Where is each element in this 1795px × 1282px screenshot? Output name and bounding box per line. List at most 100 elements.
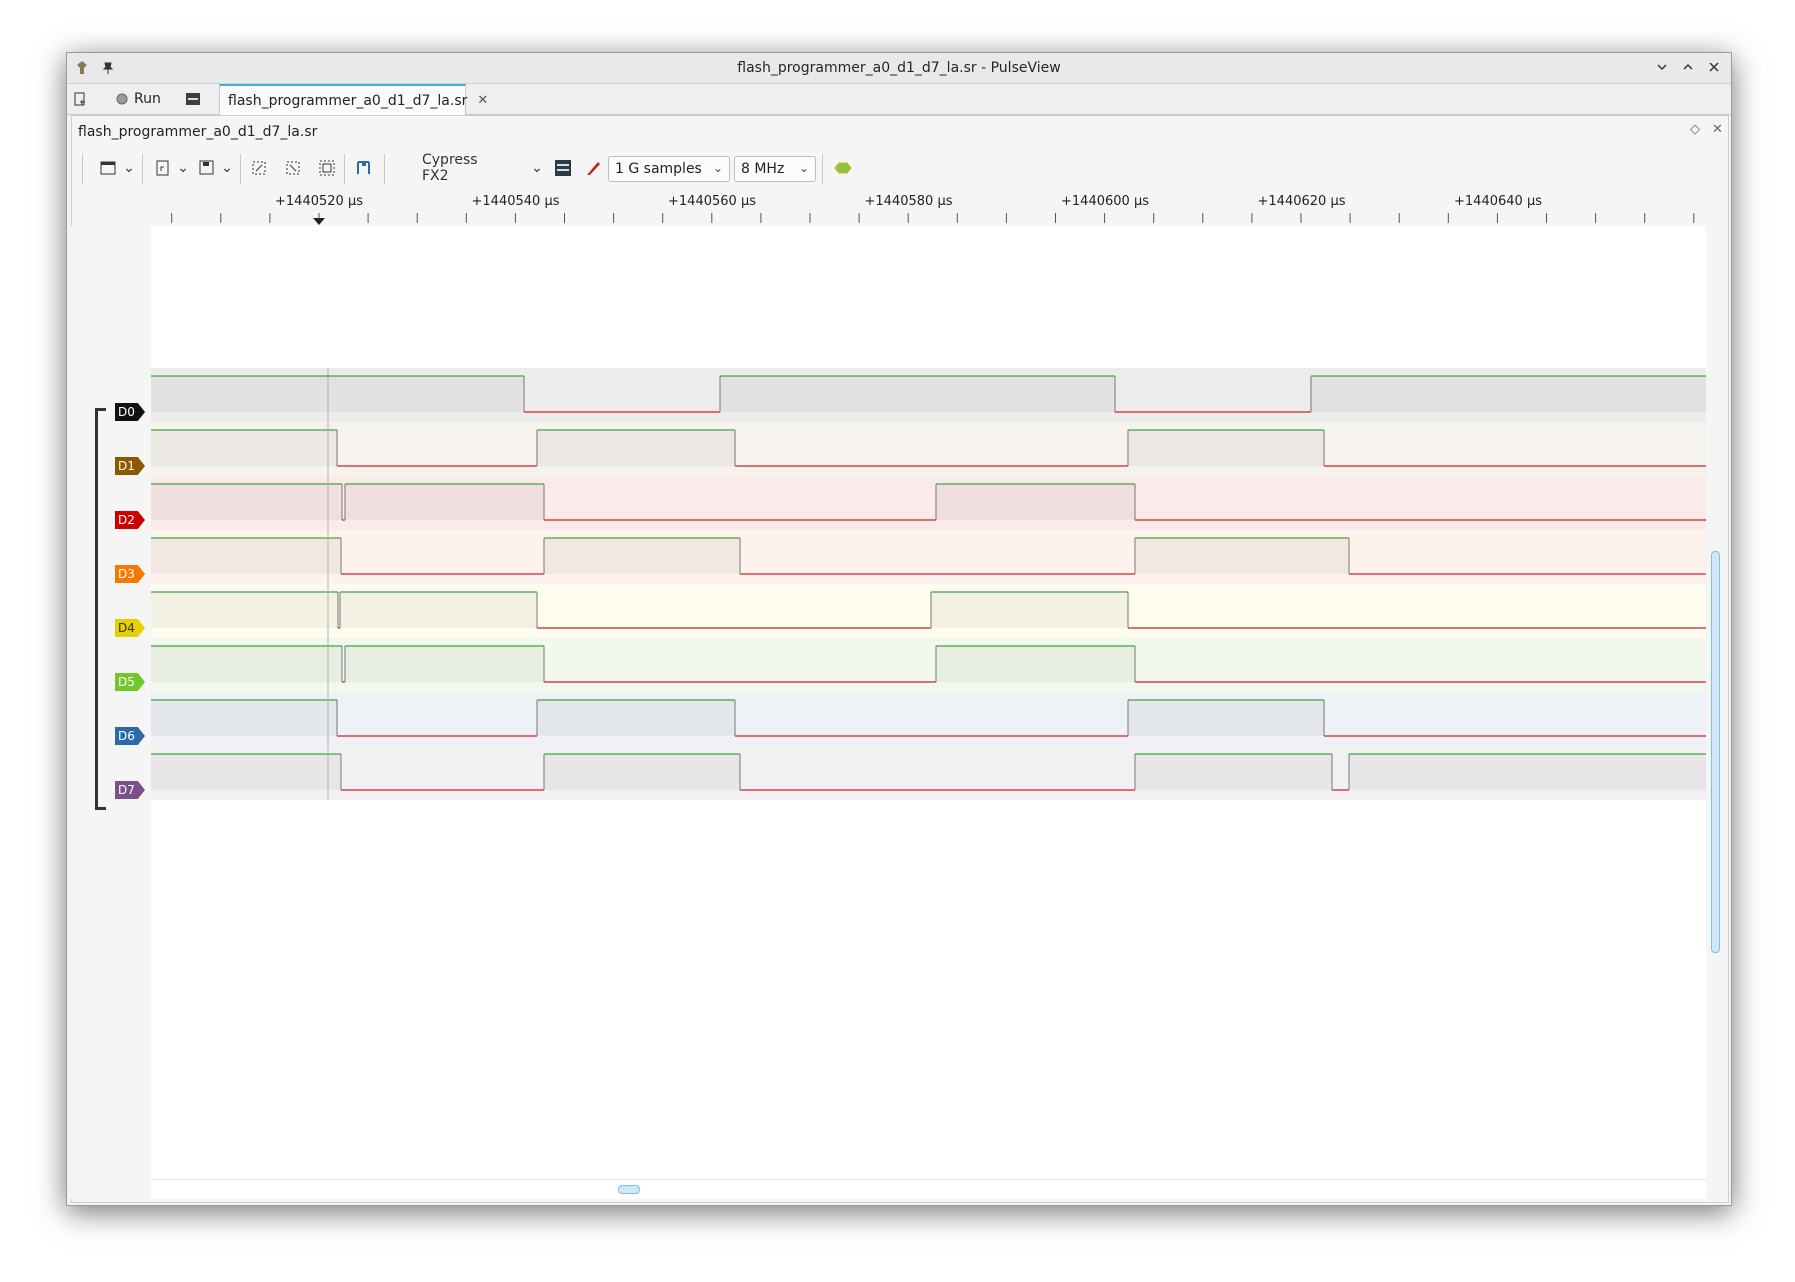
probe-icon (587, 162, 600, 175)
channel-label-d6[interactable]: D6 (115, 727, 145, 745)
save-dropdown-icon[interactable]: ⌄ (220, 156, 234, 180)
tab-bar: Run flash_programmer_a0_d1_d7_la.sr ✕ (67, 84, 1731, 115)
cursor-icon (357, 161, 370, 174)
tab-close-icon[interactable]: ✕ (477, 93, 488, 108)
channel-label-d1[interactable]: D1 (115, 457, 145, 475)
ruler-label: +1440540 µs (471, 194, 560, 209)
high-shade (1135, 538, 1349, 574)
device-selector[interactable]: Cypress FX2 (422, 152, 494, 184)
zoom-fit-button[interactable] (316, 156, 338, 180)
samples-select[interactable]: 1 G samples ⌄ (608, 156, 730, 182)
high-shade (537, 430, 735, 466)
high-shade (936, 484, 1135, 520)
add-view-dropdown-icon[interactable]: ⌄ (122, 156, 136, 180)
trace-view[interactable] (151, 226, 1706, 1199)
channel-background (151, 692, 1706, 746)
add-view-button[interactable] (98, 156, 120, 180)
high-shade (1349, 754, 1706, 790)
main-toolbar: ⌄ ⌄ ⌄ Cypress FX2 ⌄ 1 G samples ⌄ 8 MHz … (82, 148, 1712, 188)
decoder-button[interactable] (832, 156, 854, 180)
samples-dropdown-icon: ⌄ (712, 161, 723, 175)
high-shade (345, 484, 544, 520)
tab-session[interactable]: flash_programmer_a0_d1_d7_la.sr ✕ (219, 84, 488, 115)
high-shade (151, 538, 341, 574)
zoom-in-button[interactable] (248, 156, 270, 180)
ruler-label: +1440620 µs (1257, 194, 1346, 209)
channel-background (151, 422, 1706, 476)
trace-canvas (151, 368, 1706, 800)
rate-dropdown-icon: ⌄ (798, 161, 809, 175)
ruler-label: +1440640 µs (1454, 194, 1542, 209)
cursor-button[interactable] (352, 156, 376, 180)
run-button[interactable]: Run (115, 84, 175, 113)
high-shade (340, 592, 537, 628)
high-shade (931, 592, 1128, 628)
high-shade (720, 376, 1115, 412)
high-shade (537, 700, 735, 736)
ruler-label: +1440560 µs (668, 194, 756, 209)
probe-button[interactable] (582, 156, 604, 180)
dock-title: flash_programmer_a0_d1_d7_la.sr (78, 124, 318, 140)
window-title: flash_programmer_a0_d1_d7_la.sr - PulseV… (737, 60, 1061, 76)
channel-label-d3[interactable]: D3 (115, 565, 145, 583)
minimize-icon[interactable] (1653, 57, 1671, 77)
session-icon-button[interactable] (185, 84, 205, 113)
decoder-icon (834, 162, 852, 174)
run-icon (116, 93, 128, 104)
channel-label-d7[interactable]: D7 (115, 781, 145, 799)
high-shade (1128, 430, 1324, 466)
zoom-out-icon (286, 161, 300, 175)
open-dropdown-icon[interactable]: ⌄ (176, 156, 190, 180)
channel-background (151, 530, 1706, 584)
device-dropdown-icon[interactable]: ⌄ (530, 156, 544, 180)
session-tab-label: flash_programmer_a0_d1_d7_la.sr (228, 92, 468, 109)
device-label: Cypress FX2 (422, 152, 478, 184)
channel-label-d2[interactable]: D2 (115, 511, 145, 529)
rate-value: 8 MHz (741, 161, 785, 177)
channel-label-d4[interactable]: D4 (115, 619, 145, 637)
high-shade (936, 646, 1135, 682)
float-icon[interactable]: ◇ (1690, 122, 1700, 137)
high-shade (544, 538, 740, 574)
config-icon (555, 160, 571, 176)
maximize-icon[interactable] (1679, 57, 1697, 77)
high-shade (1128, 700, 1324, 736)
open-file-button[interactable] (152, 156, 174, 180)
high-shade (151, 646, 342, 682)
new-session-icon (74, 92, 85, 105)
high-shade (151, 700, 337, 736)
horizontal-scrollbar[interactable] (618, 1185, 640, 1194)
channel-label-d5[interactable]: D5 (115, 673, 145, 691)
session-icon (186, 92, 200, 105)
zoom-in-icon (252, 161, 266, 175)
channel-group-bracket (95, 408, 106, 810)
ruler-label: +1440600 µs (1061, 194, 1149, 209)
high-shade (1135, 754, 1332, 790)
open-file-icon (156, 160, 169, 176)
high-shade (345, 646, 544, 682)
rate-select[interactable]: 8 MHz ⌄ (734, 156, 816, 182)
ruler-label: +1440580 µs (864, 194, 953, 209)
dock-close-icon[interactable]: ✕ (1712, 122, 1723, 137)
time-ruler[interactable]: +1440520 µs +1440540 µs +1440560 µs +144058… (151, 191, 1726, 226)
ruler-label: +1440520 µs (275, 194, 363, 209)
high-shade (1311, 376, 1706, 412)
channel-label-d0[interactable]: D0 (115, 403, 145, 421)
save-button[interactable] (196, 156, 218, 180)
zoom-fit-icon (319, 160, 335, 176)
cursor-marker-icon (313, 218, 325, 225)
device-config-button[interactable] (552, 156, 574, 180)
high-shade (151, 430, 337, 466)
high-shade (151, 376, 524, 412)
high-shade (151, 754, 341, 790)
zoom-out-button[interactable] (282, 156, 304, 180)
channel-labels-panel: D0 D1 D2 D3 D4 D5 D6 D7 (71, 226, 151, 1199)
save-icon (199, 160, 214, 175)
vertical-scrollbar[interactable] (1711, 551, 1720, 953)
high-shade (151, 484, 342, 520)
add-view-icon (100, 161, 116, 175)
new-session-button[interactable] (73, 84, 93, 113)
pulseview-window: flash_programmer_a0_d1_d7_la.sr - PulseV… (66, 52, 1732, 1206)
run-label: Run (134, 90, 161, 107)
close-icon[interactable] (1705, 57, 1723, 77)
